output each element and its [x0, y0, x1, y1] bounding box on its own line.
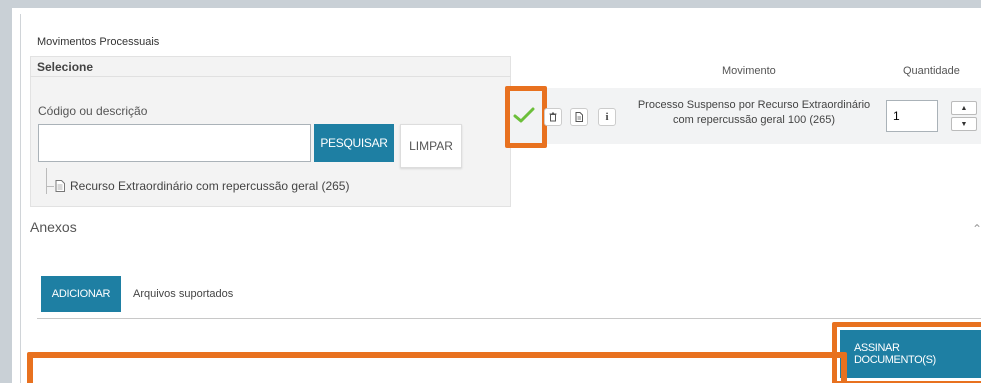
anexos-divider [37, 318, 981, 319]
select-header: Selecione [37, 60, 94, 74]
decrement-icon[interactable]: ▼ [951, 117, 977, 131]
quantity-stepper[interactable]: ▲ ▼ [951, 101, 977, 131]
panel-divider [20, 14, 21, 383]
highlight-box-check [505, 86, 547, 148]
anexos-title: Anexos [30, 219, 77, 235]
delete-icon[interactable] [544, 108, 562, 126]
code-description-label: Código ou descrição [38, 104, 148, 118]
movimento-description-line1: Processo Suspenso por Recurso Extraordin… [637, 99, 871, 111]
highlight-box-sign [832, 322, 981, 383]
quantity-input[interactable] [886, 100, 938, 132]
section-title: Movimentos Processuais [37, 36, 160, 48]
column-header-quantidade: Quantidade [903, 65, 960, 77]
tree-connector-branch [46, 186, 54, 187]
highlight-box-bottom [27, 352, 847, 383]
movimento-description-line2: com repercussão geral 100 (265) [672, 114, 836, 126]
supported-files-link[interactable]: Arquivos suportados [133, 288, 233, 300]
tree-item-movimento[interactable]: Recurso Extraordinário com repercussão g… [55, 178, 349, 194]
column-header-movimento: Movimento [722, 65, 776, 77]
increment-icon[interactable]: ▲ [951, 101, 977, 115]
tree-connector [46, 168, 47, 194]
document-icon [55, 180, 65, 192]
code-description-input[interactable] [38, 124, 311, 162]
movimento-description: Processo Suspenso por Recurso Extraordin… [634, 98, 874, 128]
tree-item-label: Recurso Extraordinário com repercussão g… [70, 179, 350, 193]
search-button[interactable]: PESQUISAR [314, 124, 394, 162]
window-left-frame [0, 0, 12, 383]
add-attachment-button[interactable]: ADICIONAR [41, 276, 121, 312]
info-icon[interactable]: i [598, 108, 616, 126]
select-header-divider [30, 76, 511, 77]
collapse-icon[interactable]: ⌃ [972, 222, 981, 236]
clear-button[interactable]: LIMPAR [400, 124, 462, 168]
document-view-icon[interactable] [570, 108, 588, 126]
window-top-frame [0, 0, 981, 8]
info-icon-glyph: i [605, 111, 609, 123]
